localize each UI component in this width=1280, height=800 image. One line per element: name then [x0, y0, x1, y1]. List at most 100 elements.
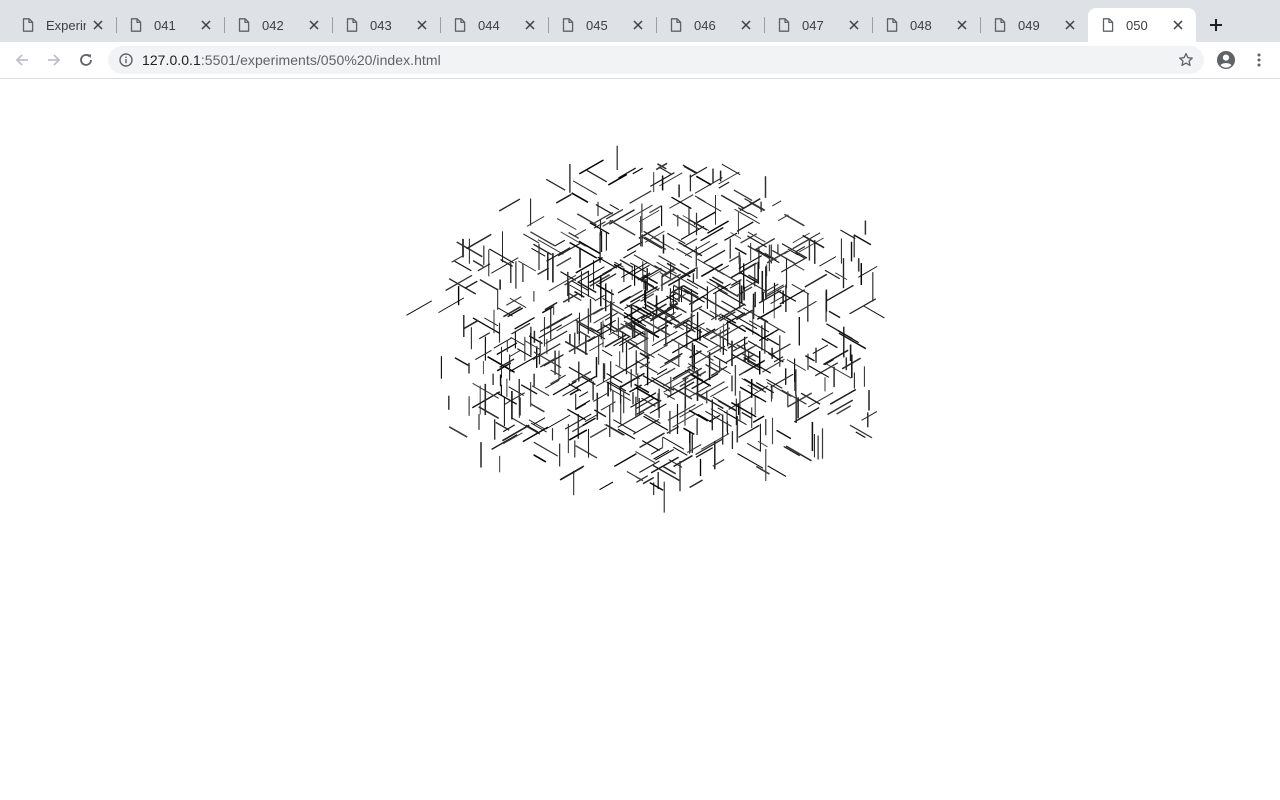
- page-content: [0, 79, 1280, 800]
- sketch-line: [537, 239, 564, 255]
- sketch-line: [651, 330, 678, 347]
- forward-button[interactable]: [42, 48, 66, 72]
- sketch-line: [544, 379, 560, 389]
- sketch-line: [849, 298, 877, 315]
- tab-049[interactable]: 049: [980, 8, 1088, 42]
- sketch-line: [613, 453, 637, 467]
- sketch-line: [569, 389, 580, 396]
- close-icon: [417, 20, 427, 30]
- sketch-line: [785, 445, 812, 462]
- sketch-line: [685, 334, 709, 349]
- tab-close-button[interactable]: [1062, 17, 1078, 33]
- sketch-line: [502, 424, 530, 442]
- sketch-line: [568, 383, 582, 392]
- address-bar[interactable]: 127.0.0.1:5501/experiments/050%20/index.…: [108, 46, 1204, 74]
- sketch-line: [698, 308, 715, 318]
- tab-title: 049: [1018, 17, 1040, 33]
- sketch-line: [530, 231, 556, 247]
- tab-046[interactable]: 046: [656, 8, 765, 42]
- sketch-line: [781, 243, 808, 259]
- sketch-line: [861, 411, 878, 421]
- sketch-line: [713, 355, 728, 365]
- tab-close-button[interactable]: [630, 17, 646, 33]
- new-tab-button[interactable]: [1205, 14, 1227, 36]
- tab-050[interactable]: 050: [1088, 8, 1196, 42]
- sketch-line: [626, 241, 643, 252]
- tab-title: 045: [586, 17, 608, 33]
- sketch-line: [406, 300, 433, 316]
- tab-title: 044: [478, 17, 500, 33]
- sketch-line: [828, 310, 841, 319]
- close-icon: [525, 20, 535, 30]
- tab-close-button[interactable]: [522, 17, 538, 33]
- sketch-line: [478, 406, 500, 419]
- sketch-line: [575, 400, 591, 410]
- sketch-line: [680, 225, 705, 240]
- sketch-line: [728, 321, 747, 333]
- sketch-line: [695, 175, 712, 186]
- document-icon: [994, 18, 1006, 32]
- sketch-line: [575, 319, 596, 332]
- url-host: 127.0.0.1: [142, 52, 201, 68]
- sketch-line: [623, 307, 642, 319]
- reload-button[interactable]: [74, 48, 98, 72]
- sketch-line: [757, 440, 768, 448]
- sketch-line: [617, 284, 632, 294]
- tab-close-button[interactable]: [954, 17, 970, 33]
- sketch-line: [687, 356, 707, 369]
- profile-button[interactable]: [1214, 48, 1238, 72]
- close-icon: [1173, 20, 1183, 30]
- sketch-line: [683, 165, 696, 174]
- tab-close-button[interactable]: [738, 17, 754, 33]
- sketch-line: [503, 306, 522, 318]
- tab-close-button[interactable]: [306, 17, 322, 33]
- sketch-line: [438, 297, 465, 313]
- sketch-line: [716, 322, 729, 330]
- sketch-line: [664, 352, 683, 365]
- sketch-line: [804, 273, 828, 288]
- info-icon[interactable]: [118, 52, 134, 68]
- sketch-line: [672, 213, 700, 230]
- close-icon: [957, 20, 967, 30]
- tab-title: 048: [910, 17, 932, 33]
- browser-window: Experim 041 042 043 044 045 046 047 048 049 050: [0, 0, 1280, 800]
- sketch-line: [533, 454, 547, 463]
- tab-close-button[interactable]: [1170, 17, 1186, 33]
- document-icon: [778, 18, 790, 32]
- sketch-line: [835, 272, 848, 280]
- sketch-line: [495, 421, 510, 431]
- tab-close-button[interactable]: [198, 17, 214, 33]
- sketch-line: [720, 194, 744, 209]
- kebab-menu-icon: [1257, 53, 1261, 67]
- sketch-line: [780, 257, 807, 273]
- document-icon: [346, 18, 358, 32]
- sketch-line: [601, 349, 613, 357]
- sketch-line: [571, 280, 590, 292]
- back-button[interactable]: [10, 48, 34, 72]
- tab-048[interactable]: 048: [872, 8, 981, 42]
- sketch-line: [586, 169, 608, 183]
- sketch-line: [612, 361, 639, 378]
- tab-042[interactable]: 042: [224, 8, 333, 42]
- tab-close-button[interactable]: [846, 17, 862, 33]
- tab-044[interactable]: 044: [440, 8, 549, 42]
- sketch-line: [626, 341, 655, 358]
- tab-041[interactable]: 041: [116, 8, 225, 42]
- sketch-line: [464, 280, 478, 289]
- tab-045[interactable]: 045: [548, 8, 657, 42]
- star-icon[interactable]: [1178, 52, 1194, 68]
- tab-experiments[interactable]: Experim: [8, 8, 117, 42]
- sketch-line: [838, 332, 867, 350]
- sketch-line: [545, 414, 571, 430]
- sketch-line: [735, 309, 753, 321]
- menu-button[interactable]: [1247, 48, 1271, 72]
- sketch-line: [571, 192, 589, 203]
- tab-047[interactable]: 047: [764, 8, 873, 42]
- back-arrow-icon: [15, 54, 28, 66]
- sketch-line: [472, 259, 484, 268]
- tab-close-button[interactable]: [90, 17, 106, 33]
- sketch-line: [697, 413, 713, 423]
- tab-close-button[interactable]: [414, 17, 430, 33]
- tab-strip: Experim 041 042 043 044 045 046 047 048 049 050: [0, 0, 1280, 42]
- tab-043[interactable]: 043: [332, 8, 441, 42]
